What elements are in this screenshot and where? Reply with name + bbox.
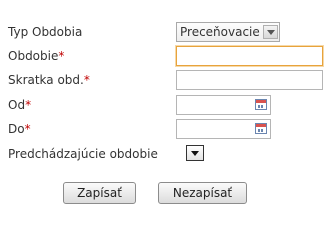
short-label: Skratka obd.*: [8, 73, 90, 87]
type-select[interactable]: Preceňovacie: [176, 22, 280, 42]
calendar-icon[interactable]: [255, 123, 267, 134]
period-input[interactable]: [176, 46, 323, 66]
save-button[interactable]: Zapísať: [63, 182, 136, 204]
previous-period-label: Predchádzajúcie obdobie: [8, 147, 158, 161]
type-select-arrow[interactable]: [263, 25, 278, 39]
short-name-input[interactable]: [176, 70, 323, 90]
required-mark: *: [25, 98, 32, 112]
type-label: Typ Obdobia: [8, 25, 83, 39]
required-mark: *: [83, 73, 90, 87]
to-label: Do*: [8, 122, 31, 136]
required-mark: *: [58, 49, 65, 63]
chevron-down-icon: [267, 30, 275, 35]
calendar-icon[interactable]: [255, 99, 267, 110]
required-mark: *: [24, 122, 31, 136]
previous-period-select[interactable]: [186, 145, 204, 161]
period-label: Obdobie*: [8, 49, 65, 63]
type-select-value: Preceňovacie: [180, 25, 260, 39]
cancel-button[interactable]: Nezapísať: [158, 182, 247, 204]
chevron-down-icon: [191, 151, 199, 156]
from-label: Od*: [8, 98, 32, 112]
